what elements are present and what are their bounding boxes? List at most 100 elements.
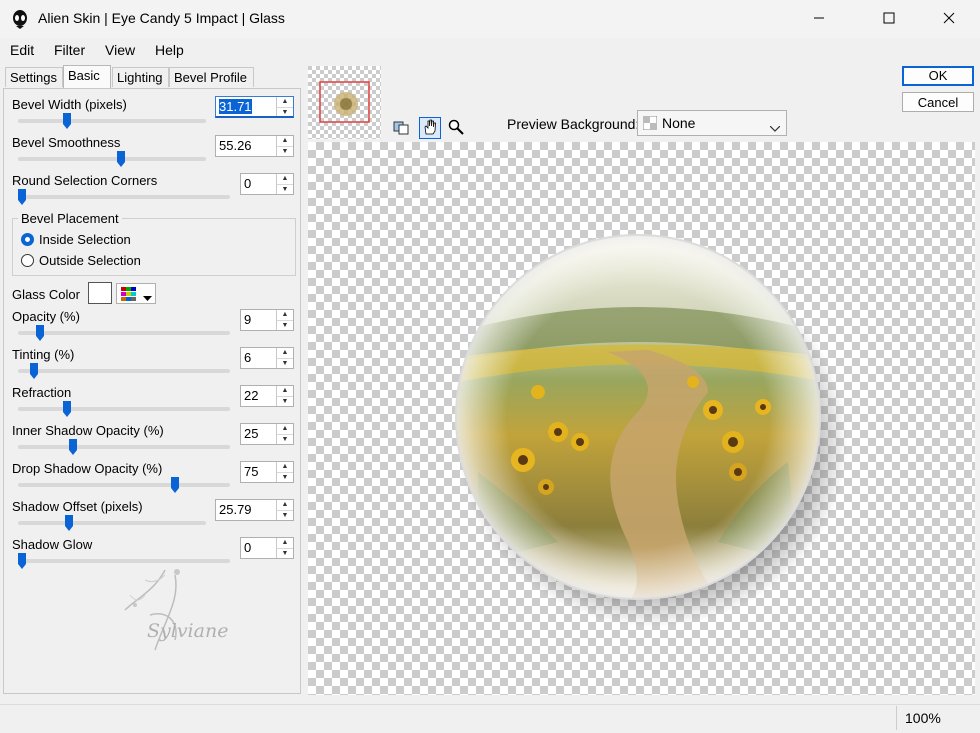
- opacity-slider-thumb[interactable]: [36, 325, 45, 341]
- bevel-smoothness-label: Bevel Smoothness: [12, 135, 121, 150]
- shadow-offset-input[interactable]: 25.79 ▲ ▼: [215, 499, 294, 521]
- tab-bevel-profile[interactable]: Bevel Profile: [169, 67, 254, 87]
- tab-basic[interactable]: Basic: [63, 65, 111, 88]
- magnifier-icon: [448, 119, 464, 138]
- spin-down-icon[interactable]: ▼: [277, 321, 293, 331]
- spin-down-icon[interactable]: ▼: [277, 397, 293, 407]
- pan-tool-button[interactable]: [419, 117, 441, 139]
- spin-up-icon[interactable]: ▲: [277, 386, 293, 397]
- ok-button[interactable]: OK: [902, 66, 974, 86]
- spin-up-icon[interactable]: ▲: [277, 174, 293, 185]
- menu-edit[interactable]: Edit: [10, 42, 34, 58]
- inner-shadow-input[interactable]: 25 ▲ ▼: [240, 423, 294, 445]
- color-grid-icon: [121, 287, 137, 304]
- tinting-input[interactable]: 6 ▲ ▼: [240, 347, 294, 369]
- chevron-down-icon: [769, 120, 781, 135]
- shadow-glow-slider-thumb[interactable]: [18, 553, 26, 569]
- refraction-input[interactable]: 22 ▲ ▼: [240, 385, 294, 407]
- watermark-logo: Sylviane: [105, 560, 255, 680]
- drop-shadow-input[interactable]: 75 ▲ ▼: [240, 461, 294, 483]
- spin-up-icon[interactable]: ▲: [277, 500, 293, 511]
- glass-color-swatch[interactable]: [88, 282, 112, 304]
- tab-lighting[interactable]: Lighting: [112, 67, 169, 87]
- toggle-preview-icon: [393, 119, 409, 138]
- tinting-slider-thumb[interactable]: [30, 363, 39, 379]
- zoom-level: 100%: [896, 706, 976, 730]
- inner-shadow-label: Inner Shadow Opacity (%): [12, 423, 164, 438]
- shadow-offset-slider-thumb[interactable]: [64, 515, 73, 531]
- maximize-icon: [883, 12, 895, 27]
- bevel-width-label: Bevel Width (pixels): [12, 97, 127, 112]
- spin-down-icon[interactable]: ▼: [277, 435, 293, 445]
- spin-up-icon[interactable]: ▲: [277, 348, 293, 359]
- opacity-slider[interactable]: [18, 331, 230, 335]
- menu-view[interactable]: View: [105, 42, 135, 58]
- maximize-button[interactable]: [866, 0, 912, 38]
- menu-bar: [0, 38, 980, 62]
- shadow-offset-slider[interactable]: [18, 521, 206, 525]
- round-corners-input[interactable]: 0 ▲ ▼: [240, 173, 294, 195]
- shadow-offset-label: Shadow Offset (pixels): [12, 499, 143, 514]
- minimize-icon: [813, 12, 825, 27]
- alien-head-icon: [10, 9, 30, 29]
- spin-up-icon[interactable]: ▲: [277, 424, 293, 435]
- menu-filter[interactable]: Filter: [54, 42, 85, 58]
- drop-shadow-slider[interactable]: [18, 483, 230, 487]
- spin-down-icon[interactable]: ▼: [277, 549, 293, 559]
- spin-down-icon[interactable]: ▼: [277, 147, 293, 157]
- bevel-width-input[interactable]: 31.71 ▲ ▼: [215, 96, 294, 118]
- inner-shadow-slider[interactable]: [18, 445, 230, 449]
- spin-up-icon[interactable]: ▲: [277, 538, 293, 549]
- status-bar: [0, 704, 980, 733]
- drop-shadow-slider-thumb[interactable]: [171, 477, 179, 493]
- spin-down-icon[interactable]: ▼: [277, 473, 293, 483]
- spin-up-icon[interactable]: ▲: [277, 462, 293, 473]
- transparency-icon: [642, 115, 658, 133]
- round-corners-slider[interactable]: [18, 195, 230, 199]
- refraction-slider-thumb[interactable]: [62, 401, 71, 417]
- dropdown-arrow-icon: [143, 290, 152, 305]
- spin-down-icon[interactable]: ▼: [277, 359, 293, 369]
- tab-settings[interactable]: Settings: [5, 67, 63, 87]
- bevel-width-slider[interactable]: [18, 119, 206, 123]
- spin-down-icon[interactable]: ▼: [277, 511, 293, 521]
- refraction-slider[interactable]: [18, 407, 230, 411]
- tinting-label: Tinting (%): [12, 347, 75, 362]
- bevel-width-slider-thumb[interactable]: [63, 113, 71, 129]
- preview-background-select[interactable]: None: [637, 110, 787, 136]
- bevel-smoothness-slider-thumb[interactable]: [117, 151, 125, 167]
- spin-up-icon[interactable]: ▲: [277, 97, 293, 108]
- close-button[interactable]: [926, 0, 972, 38]
- outside-selection-radio[interactable]: [21, 254, 34, 267]
- color-picker-button[interactable]: [116, 283, 156, 304]
- round-corners-slider-thumb[interactable]: [18, 189, 26, 205]
- minimize-button[interactable]: [796, 0, 842, 38]
- watermark-text: Sylviane: [147, 620, 229, 642]
- inside-selection-radio[interactable]: [21, 233, 34, 246]
- bevel-placement-title: Bevel Placement: [18, 211, 122, 226]
- toggle-preview-button[interactable]: [390, 117, 412, 139]
- glass-orb-image: [455, 234, 848, 627]
- hand-icon: [422, 119, 438, 138]
- opacity-label: Opacity (%): [12, 309, 80, 324]
- outside-selection-label[interactable]: Outside Selection: [39, 253, 141, 268]
- bevel-smoothness-input[interactable]: 55.26 ▲ ▼: [215, 135, 294, 157]
- spin-up-icon[interactable]: ▲: [277, 310, 293, 321]
- inside-selection-label[interactable]: Inside Selection: [39, 232, 131, 247]
- inner-shadow-slider-thumb[interactable]: [69, 439, 77, 455]
- opacity-input[interactable]: 9 ▲ ▼: [240, 309, 294, 331]
- spin-down-icon[interactable]: ▼: [277, 108, 293, 118]
- cancel-button[interactable]: Cancel: [902, 92, 974, 112]
- spin-up-icon[interactable]: ▲: [277, 136, 293, 147]
- preview-background-value: None: [662, 115, 696, 131]
- zoom-tool-button[interactable]: [445, 117, 467, 139]
- preview-canvas[interactable]: [308, 142, 975, 695]
- tinting-slider[interactable]: [18, 369, 230, 373]
- spin-down-icon[interactable]: ▼: [277, 185, 293, 195]
- navigator-thumbnail[interactable]: [308, 66, 381, 139]
- menu-help[interactable]: Help: [155, 42, 184, 58]
- shadow-glow-input[interactable]: 0 ▲ ▼: [240, 537, 294, 559]
- shadow-glow-label: Shadow Glow: [12, 537, 93, 552]
- bevel-smoothness-slider[interactable]: [18, 157, 206, 161]
- drop-shadow-label: Drop Shadow Opacity (%): [12, 461, 163, 476]
